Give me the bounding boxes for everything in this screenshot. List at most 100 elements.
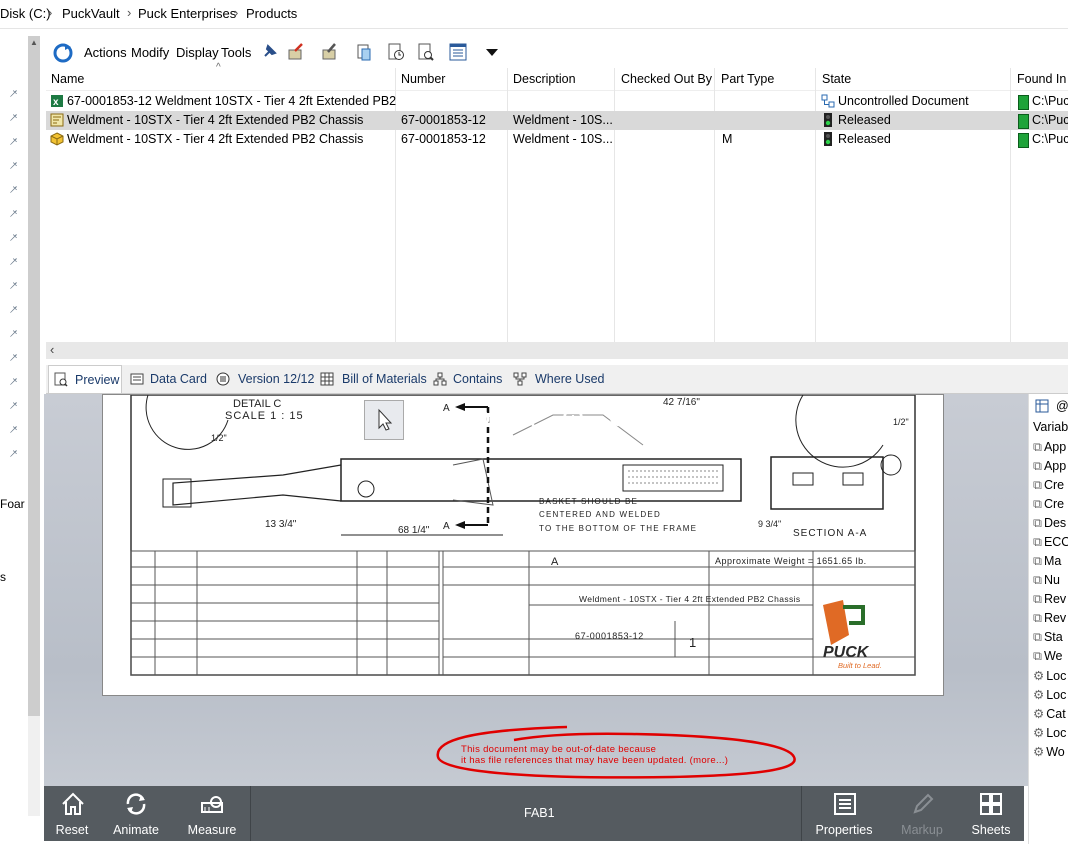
svg-text:Built to Lead.: Built to Lead. [838,661,882,670]
preview-tab-bar: Preview Data Card Version 12/12 Bill of … [46,365,1068,394]
breadcrumb-disk[interactable]: Disk (C:) [0,6,51,21]
menu-actions[interactable]: Actions [84,45,127,60]
variable-item[interactable]: ⚙ Wo [1033,744,1065,759]
select-cursor-button[interactable] [364,400,404,440]
tab-version[interactable]: Version 12/12 [214,365,314,392]
search-document-icon[interactable] [416,42,436,62]
tab-data-card[interactable]: Data Card [128,365,210,392]
sheets-icon [980,793,1002,815]
variable-item[interactable]: ⧉ Rev [1033,592,1066,607]
version-icon [216,372,230,386]
warning-line-1[interactable]: This document may be out-of-date because [461,744,656,755]
variable-item[interactable]: ⧉ Cre [1033,497,1064,512]
variable-label: Loc [1046,726,1067,740]
cell-found-in: C:\Puc [1032,94,1068,108]
variable-item[interactable]: ⧉ Cre [1033,478,1064,493]
variable-item[interactable]: ⚙ Loc [1033,725,1066,740]
table-row[interactable]: x 67-0001853-12 Weldment 10STX - Tier 4 … [46,92,1068,111]
variable-icon: ⧉ [1033,630,1042,644]
left-text-foar: Foar [0,497,25,511]
animate-icon [126,793,146,815]
refresh-icon[interactable] [52,42,74,64]
variable-item[interactable]: ⧉ App [1033,459,1066,474]
traffic-light-icon [824,132,832,146]
table-icon [320,372,334,386]
detail-label: DETAIL C [233,398,281,410]
variable-item[interactable]: ⧉ Sta [1033,630,1063,645]
gear-icon: ⚙ [1033,688,1045,702]
left-text-s: s [0,570,6,584]
breadcrumb-puckvault[interactable]: PuckVault [62,6,120,21]
variable-icon: ⧉ [1033,535,1042,549]
note-line: TO THE BOTTOM OF THE FRAME [539,524,697,533]
variable-item[interactable]: ⧉ Nu [1033,573,1060,588]
variable-item[interactable]: ⚙ Cat [1033,706,1066,721]
variable-label: Cat [1046,707,1066,721]
scroll-left-icon[interactable]: ‹ [50,342,54,357]
variable-icon: ⧉ [1033,440,1042,454]
breadcrumb-puck-enterprises[interactable]: Puck Enterprises [138,6,236,21]
menu-modify[interactable]: Modify [131,45,169,60]
cell-name: 67-0001853-12 Weldment 10STX - Tier 4 2f… [67,94,397,108]
properties-button[interactable]: Properties [808,786,880,841]
drawing-sheet[interactable]: DETAIL C SCALE 1 : 15 1/2" 1/2" SECTION … [102,394,944,696]
column-header-part-type[interactable]: Part Type [721,72,774,86]
scroll-up-icon[interactable]: ▲ [28,38,40,50]
section-label: SECTION A-A [793,528,867,539]
cell-description: Weldment - 10S... [513,132,613,146]
table-row[interactable]: Weldment - 10STX - Tier 4 2ft Extended P… [46,111,1068,130]
column-header-found-in[interactable]: Found In [1017,72,1066,86]
variable-item[interactable]: ⚙ Loc [1033,668,1066,683]
dimension-label: 68 1/4" [398,525,430,536]
sheets-button[interactable]: Sheets [958,786,1024,841]
variable-item[interactable]: ⚙ Loc [1033,687,1066,702]
animate-button[interactable]: Animate [106,786,166,841]
tab-contains[interactable]: Contains [431,365,503,392]
check-out-icon[interactable] [286,42,306,62]
zoom-fit-icon[interactable] [608,406,634,432]
tab-bill-of-materials[interactable]: Bill of Materials [318,365,427,392]
divider [801,786,802,841]
breadcrumb-products[interactable]: Products [246,6,297,21]
horizontal-scrollbar[interactable]: ‹ [46,342,1068,359]
menu-display[interactable]: Display [176,45,219,60]
chevron-right-icon: › [48,5,53,20]
history-icon[interactable] [386,42,406,62]
column-header-description[interactable]: Description [513,72,576,86]
zoom-region-icon[interactable] [514,406,540,432]
tab-where-used[interactable]: Where Used [511,365,606,392]
warning-line-2[interactable]: it has file references that may have bee… [461,755,728,766]
check-in-icon[interactable] [320,42,340,62]
variable-item[interactable]: ⧉ ECO [1033,535,1068,550]
measure-button[interactable]: Measure [182,786,242,841]
markup-button[interactable]: Markup [886,786,958,841]
variable-item[interactable]: ⧉ Ma [1033,554,1061,569]
variables-header: Variab [1033,420,1068,434]
zoom-in-icon[interactable] [560,406,586,432]
variable-item[interactable]: ⧉ App [1033,440,1066,455]
column-header-state[interactable]: State [822,72,851,86]
menu-tools[interactable]: Tools [221,45,251,60]
pin-icon[interactable] [259,42,279,62]
rotate-icon[interactable] [466,406,492,432]
dropdown-arrow-icon[interactable] [482,42,502,62]
configuration-label[interactable]: FAB1 [524,806,555,820]
variables-icon [1035,399,1049,413]
variable-item[interactable]: ⧉ Des [1033,516,1066,531]
variable-item[interactable]: ⧉ Rev [1033,611,1066,626]
divider [250,786,251,841]
table-row[interactable]: Weldment - 10STX - Tier 4 2ft Extended P… [46,130,1068,149]
weight-label: Approximate Weight = 1651.65 lb. [715,556,867,566]
pan-icon[interactable] [418,406,444,432]
variable-label: Loc [1046,688,1067,702]
column-header-number[interactable]: Number [401,72,445,86]
column-header-checked-out-by[interactable]: Checked Out By [621,72,712,86]
left-scrollbar-thumb[interactable] [28,36,40,716]
reset-button[interactable]: Reset [44,786,100,841]
column-header-name[interactable]: Name [51,72,84,86]
at-icon: @ [1056,399,1068,413]
variable-item[interactable]: ⧉ We [1033,649,1062,664]
list-view-icon[interactable] [448,42,468,62]
tab-preview[interactable]: Preview [48,365,122,393]
copy-document-icon[interactable] [354,42,374,62]
